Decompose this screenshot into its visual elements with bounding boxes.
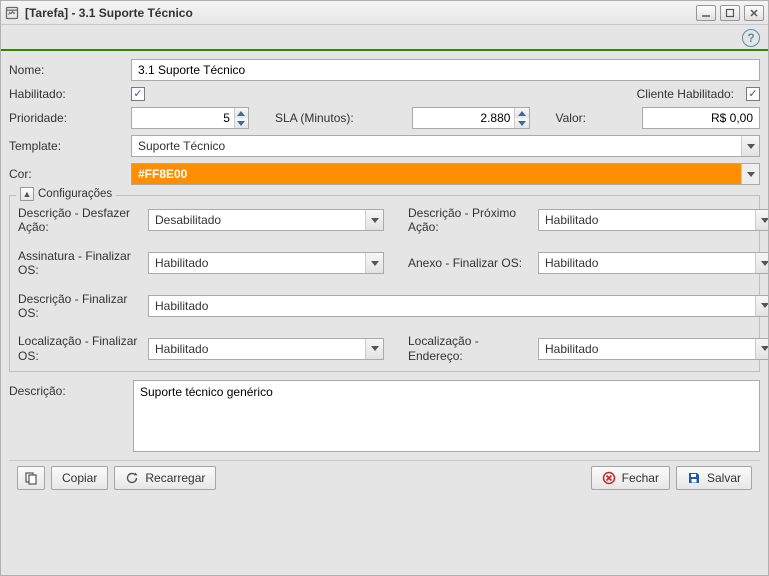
copy-icon-button[interactable] xyxy=(17,466,45,490)
row-nome: Nome: xyxy=(9,59,760,81)
label-template: Template: xyxy=(9,139,125,153)
label-cor: Cor: xyxy=(9,167,125,181)
label-descricao: Descrição: xyxy=(9,380,125,452)
chevron-down-icon[interactable] xyxy=(755,296,768,316)
template-value: Suporte Técnico xyxy=(132,137,741,155)
prioridade-spin-down[interactable] xyxy=(235,118,248,128)
chevron-down-icon[interactable] xyxy=(755,339,768,359)
proximo-combo[interactable]: Habilitado xyxy=(538,209,768,231)
label-habilitado: Habilitado: xyxy=(9,87,125,101)
chevron-down-icon[interactable] xyxy=(365,253,383,273)
prioridade-spin-up[interactable] xyxy=(235,108,248,118)
salvar-label: Salvar xyxy=(707,471,741,485)
window-title: [Tarefa] - 3.1 Suporte Técnico xyxy=(25,6,193,20)
loc-endereco-value: Habilitado xyxy=(539,340,755,358)
desc-finalizar-combo[interactable]: Habilitado xyxy=(148,295,768,317)
sla-spin-up[interactable] xyxy=(515,108,528,118)
cor-combo-button[interactable] xyxy=(741,164,759,184)
fechar-label: Fechar xyxy=(622,471,659,485)
form-body: Nome: Habilitado: Cliente Habilitado: Pr… xyxy=(1,51,768,575)
label-anexo: Anexo - Finalizar OS: xyxy=(408,256,538,270)
recarregar-label: Recarregar xyxy=(145,471,205,485)
legend-text: Configurações xyxy=(38,188,112,200)
sla-spin-down[interactable] xyxy=(515,118,528,128)
label-desc-finalizar: Descrição - Finalizar OS: xyxy=(18,292,148,321)
copy-icon xyxy=(24,471,38,485)
minimize-button[interactable] xyxy=(696,5,716,21)
label-valor: Valor: xyxy=(556,111,596,125)
label-loc-finalizar: Localização - Finalizar OS: xyxy=(18,334,148,363)
row-prioridade: Prioridade: SLA (Minutos): xyxy=(9,107,760,129)
close-button[interactable] xyxy=(744,5,764,21)
salvar-button[interactable]: Salvar xyxy=(676,466,752,490)
label-prioridade: Prioridade: xyxy=(9,111,125,125)
row-template: Template: Suporte Técnico xyxy=(9,135,760,157)
row-cor: Cor: #FF8E00 xyxy=(9,163,760,185)
copiar-label: Copiar xyxy=(62,471,97,485)
close-icon xyxy=(602,471,616,485)
cor-combo[interactable]: #FF8E00 xyxy=(131,163,760,185)
desfazer-combo[interactable]: Desabilitado xyxy=(148,209,384,231)
app-icon xyxy=(5,6,19,20)
anexo-value: Habilitado xyxy=(539,254,755,272)
cliente-habilitado-checkbox[interactable] xyxy=(746,87,760,101)
chevron-down-icon[interactable] xyxy=(755,210,768,230)
save-icon xyxy=(687,471,701,485)
valor-input[interactable] xyxy=(642,107,760,129)
window-controls xyxy=(696,5,764,21)
copiar-button[interactable]: Copiar xyxy=(51,466,108,490)
template-combo[interactable]: Suporte Técnico xyxy=(131,135,760,157)
nome-input[interactable] xyxy=(131,59,760,81)
fieldset-configuracoes: ▲ Configurações Descrição - Desfazer Açã… xyxy=(9,195,760,372)
row-descricao: Descrição: xyxy=(9,380,760,452)
help-glyph: ? xyxy=(747,31,754,45)
help-icon[interactable]: ? xyxy=(742,29,760,47)
footer-bar: Copiar Recarregar Fechar Salvar xyxy=(9,460,760,494)
descricao-textarea[interactable] xyxy=(133,380,760,452)
desc-finalizar-value: Habilitado xyxy=(149,297,755,315)
habilitado-checkbox[interactable] xyxy=(131,87,145,101)
fechar-button[interactable]: Fechar xyxy=(591,466,670,490)
prioridade-input[interactable] xyxy=(132,108,234,128)
reload-icon xyxy=(125,471,139,485)
label-sla: SLA (Minutos): xyxy=(275,111,365,125)
template-combo-button[interactable] xyxy=(741,136,759,156)
label-desfazer: Descrição - Desfazer Ação: xyxy=(18,206,148,235)
assinatura-combo[interactable]: Habilitado xyxy=(148,252,384,274)
assinatura-value: Habilitado xyxy=(149,254,365,272)
loc-endereco-combo[interactable]: Habilitado xyxy=(538,338,768,360)
chevron-down-icon[interactable] xyxy=(365,339,383,359)
label-cliente-habilitado: Cliente Habilitado: xyxy=(637,87,734,101)
fieldset-legend: ▲ Configurações xyxy=(16,187,116,201)
anexo-combo[interactable]: Habilitado xyxy=(538,252,768,274)
chevron-down-icon[interactable] xyxy=(755,253,768,273)
toolbar: ? xyxy=(1,25,768,51)
proximo-value: Habilitado xyxy=(539,211,755,229)
sla-input[interactable] xyxy=(413,108,515,128)
loc-finalizar-combo[interactable]: Habilitado xyxy=(148,338,384,360)
sla-spinner[interactable] xyxy=(412,107,530,129)
desfazer-value: Desabilitado xyxy=(149,211,365,229)
recarregar-button[interactable]: Recarregar xyxy=(114,466,216,490)
label-loc-endereco: Localização - Endereço: xyxy=(408,334,538,363)
chevron-down-icon[interactable] xyxy=(365,210,383,230)
label-nome: Nome: xyxy=(9,63,125,77)
label-assinatura: Assinatura - Finalizar OS: xyxy=(18,249,148,278)
label-proximo: Descrição - Próximo Ação: xyxy=(408,206,538,235)
prioridade-spinner[interactable] xyxy=(131,107,249,129)
maximize-button[interactable] xyxy=(720,5,740,21)
titlebar: [Tarefa] - 3.1 Suporte Técnico xyxy=(1,1,768,25)
window-frame: [Tarefa] - 3.1 Suporte Técnico ? Nome: xyxy=(0,0,769,576)
cor-value: #FF8E00 xyxy=(132,165,741,183)
row-habilitado: Habilitado: Cliente Habilitado: xyxy=(9,87,760,101)
collapse-icon[interactable]: ▲ xyxy=(20,187,34,201)
loc-finalizar-value: Habilitado xyxy=(149,340,365,358)
